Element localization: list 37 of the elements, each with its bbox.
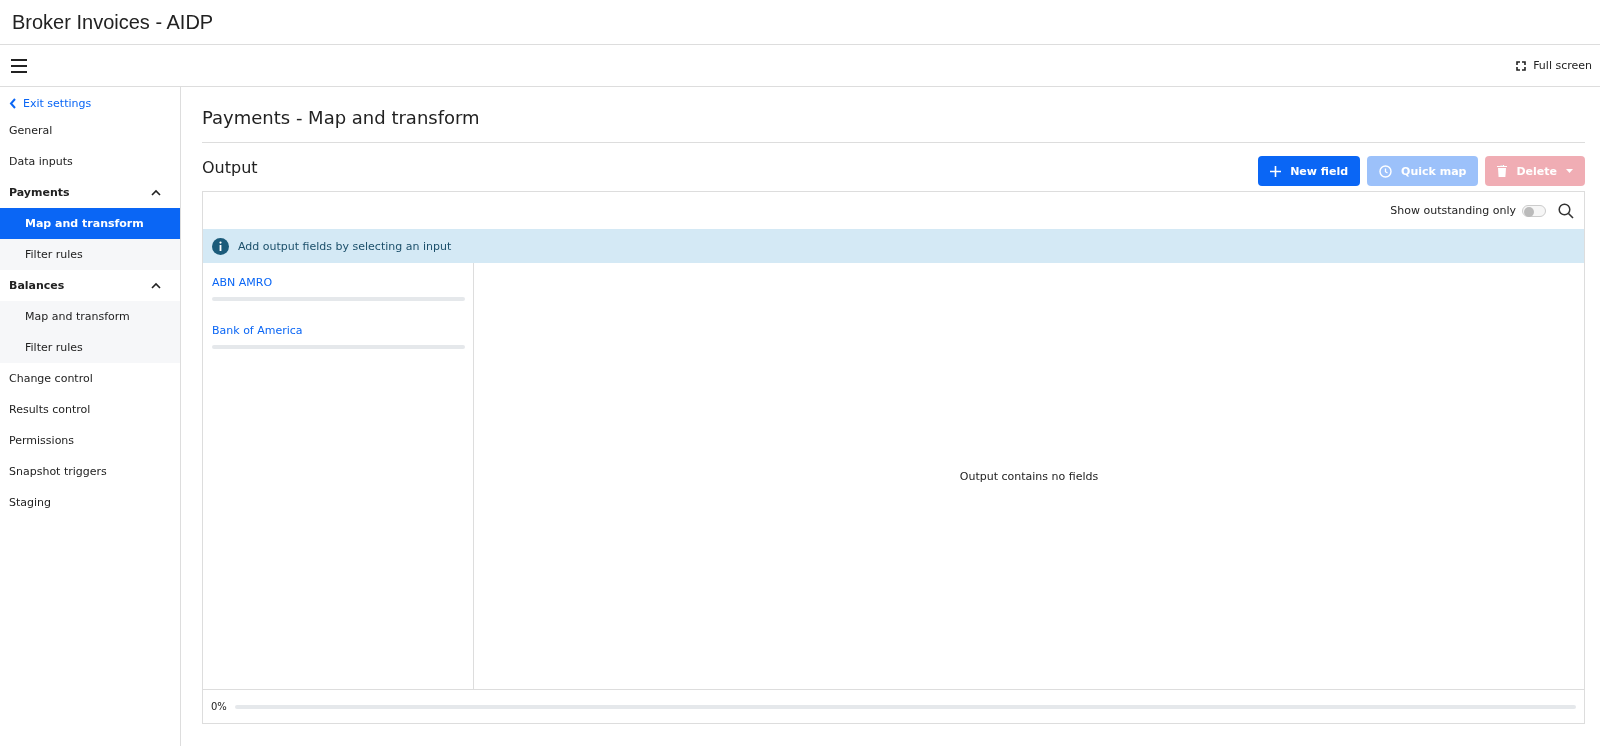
fullscreen-icon xyxy=(1516,60,1527,71)
input-link[interactable]: Bank of America xyxy=(212,324,303,337)
section-title: Output xyxy=(202,158,258,177)
page-title: Payments - Map and transform xyxy=(202,87,1585,143)
sidebar-item[interactable]: Staging xyxy=(0,487,180,518)
info-message: Add output fields by selecting an input xyxy=(238,239,452,253)
app-title: Broker Invoices - AIDP xyxy=(12,10,214,34)
search-icon[interactable] xyxy=(1556,200,1576,221)
sidebar-group[interactable]: Balances xyxy=(0,270,180,301)
plus-icon xyxy=(1270,165,1282,177)
input-link[interactable]: ABN AMRO xyxy=(212,276,273,289)
filter-label: Show outstanding only xyxy=(1390,204,1516,217)
sidebar-item[interactable]: Change control xyxy=(0,363,180,394)
sidebar-item[interactable]: Map and transform xyxy=(0,301,180,332)
new-field-button[interactable]: New field xyxy=(1258,156,1361,186)
sidebar-item[interactable]: Snapshot triggers xyxy=(0,456,180,487)
sidebar-item[interactable]: General xyxy=(0,115,180,146)
sidebar-item[interactable]: Filter rules xyxy=(0,239,180,270)
fullscreen-button[interactable]: Full screen xyxy=(1516,59,1592,72)
chevron-icon xyxy=(151,189,161,196)
sidebar-item[interactable]: Data inputs xyxy=(0,146,180,177)
exit-settings-link[interactable]: Exit settings xyxy=(0,91,180,115)
sidebar-group[interactable]: Payments xyxy=(0,177,180,208)
sidebar-item[interactable]: Filter rules xyxy=(0,332,180,363)
progress-reading: 0% xyxy=(211,701,227,712)
chevron-left-icon xyxy=(9,97,17,109)
chevron-icon xyxy=(151,282,161,289)
clock-icon xyxy=(1379,164,1393,178)
toggle-switch[interactable] xyxy=(1522,204,1546,217)
trash-icon xyxy=(1497,165,1508,177)
sidebar-item[interactable]: Map and transform xyxy=(0,208,180,239)
info-icon xyxy=(212,237,229,255)
sidebar-item[interactable]: Permissions xyxy=(0,425,180,456)
empty-message: Output contains no fields xyxy=(959,469,1099,483)
menu-icon[interactable] xyxy=(8,56,30,75)
caret-icon xyxy=(1566,169,1573,173)
sidebar-item[interactable]: Results control xyxy=(0,394,180,425)
